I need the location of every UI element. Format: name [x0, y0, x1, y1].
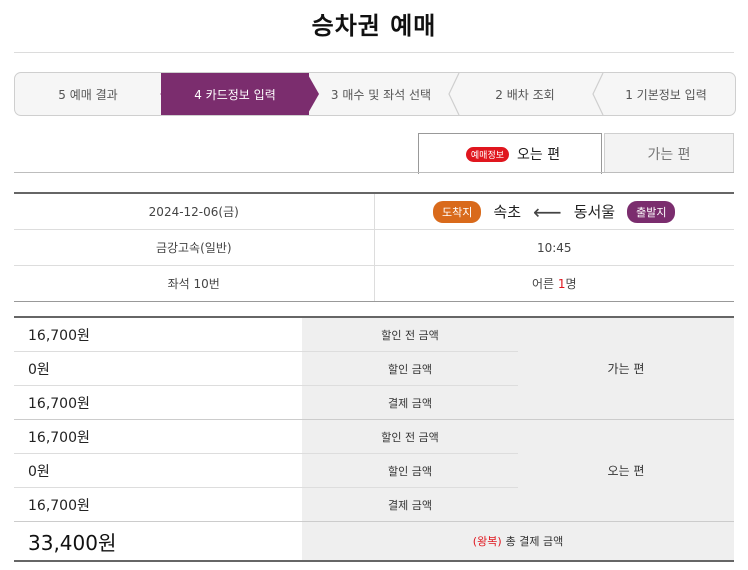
origin-name: 동서울 — [573, 203, 616, 221]
step-label: 1 기본정보 입력 — [625, 87, 707, 102]
fare-label: 할인 전 금액 — [302, 420, 518, 453]
fare-row: 16,700원 결제 금액 — [14, 488, 518, 521]
fare-group-label: 오는 편 — [518, 420, 734, 521]
fare-label: 할인 전 금액 — [302, 318, 518, 351]
total-label-cell: (왕복) 총 결제 금액 — [302, 522, 734, 560]
step-seat-select: 3 매수 및 좌석 선택 — [309, 73, 453, 115]
total-amount: 33,400원 — [28, 530, 117, 555]
fare-row: 0원 할인 금액 — [14, 352, 518, 386]
route-arrow-icon: ⟵ — [533, 199, 562, 224]
trip-info-table: 2024-12-06(금) 도착지 속초 ⟵ 동서울 출발지 금강고속(일반) … — [14, 192, 734, 302]
departure-time: 10:45 — [373, 230, 735, 265]
step-chevron-icon — [448, 73, 460, 115]
step-label: 2 배차 조회 — [495, 87, 555, 102]
bus-company: 금강고속(일반) — [155, 241, 232, 255]
trip-time-row: 금강고속(일반) 10:45 — [14, 230, 734, 266]
step-chevron-icon — [160, 73, 171, 115]
tab-outbound-label: 가는 편 — [647, 146, 691, 163]
step-schedule: 2 배차 조회 — [453, 73, 597, 115]
fare-amount: 16,700원 — [28, 497, 90, 514]
passenger-unit: 명 — [565, 277, 577, 291]
passenger-label: 어른 — [531, 277, 555, 291]
fare-row: 0원 할인 금액 — [14, 454, 518, 488]
tab-outbound[interactable]: 가는 편 — [604, 133, 734, 173]
step-label: 3 매수 및 좌석 선택 — [330, 87, 432, 102]
total-note: (왕복) — [472, 535, 502, 548]
booking-steps: 5 예매 결과 4 카드정보 입력 3 매수 및 좌석 선택 2 배차 조회 1… — [14, 72, 736, 116]
direction-tabs: 예매정보 오는 편 가는 편 — [14, 133, 734, 174]
page-title: 승차권 예매 — [311, 12, 437, 40]
step-chevron-icon — [592, 73, 604, 115]
fare-row: 16,700원 할인 전 금액 — [14, 420, 518, 454]
fare-row: 16,700원 할인 전 금액 — [14, 318, 518, 352]
trip-seat-row: 좌석 10번 어른 1명 — [14, 266, 734, 301]
fare-total-row: 33,400원 (왕복) 총 결제 금액 — [14, 522, 734, 560]
trip-date: 2024-12-06(금) — [148, 205, 239, 219]
fare-rows: 16,700원 할인 전 금액 0원 할인 금액 16,700원 결제 금액 — [14, 318, 518, 419]
step-result: 5 예매 결과 — [15, 73, 161, 115]
title-divider — [14, 52, 734, 53]
fare-row: 16,700원 결제 금액 — [14, 386, 518, 419]
step-basic-info: 1 기본정보 입력 — [597, 73, 735, 115]
fare-group-outbound: 16,700원 할인 전 금액 0원 할인 금액 16,700원 결제 금액 가… — [14, 318, 734, 420]
trip-route: 도착지 속초 ⟵ 동서울 출발지 — [373, 194, 735, 229]
fare-rows: 16,700원 할인 전 금액 0원 할인 금액 16,700원 결제 금액 — [14, 420, 518, 521]
passenger-count: 어른 1명 — [373, 266, 735, 301]
step-label: 5 예매 결과 — [58, 87, 118, 102]
tab-return[interactable]: 예매정보 오는 편 — [418, 133, 602, 174]
total-label: 총 결제 금액 — [505, 535, 564, 548]
fare-amount: 16,700원 — [28, 429, 90, 446]
tab-underline — [14, 172, 734, 173]
return-info-badge: 예매정보 — [465, 146, 510, 162]
fare-amount: 0원 — [28, 463, 50, 480]
fare-label: 할인 금액 — [302, 352, 518, 385]
fare-amount: 16,700원 — [28, 395, 90, 412]
fare-label: 결제 금액 — [302, 488, 518, 521]
fare-label: 결제 금액 — [302, 386, 518, 419]
fare-group-return: 16,700원 할인 전 금액 0원 할인 금액 16,700원 결제 금액 오… — [14, 420, 734, 522]
origin-badge: 출발지 — [627, 200, 676, 223]
destination-badge: 도착지 — [433, 200, 482, 223]
fare-amount: 16,700원 — [28, 327, 90, 344]
destination-name: 속초 — [493, 203, 522, 221]
fare-label: 할인 금액 — [302, 454, 518, 487]
fare-table: 16,700원 할인 전 금액 0원 할인 금액 16,700원 결제 금액 가… — [14, 316, 734, 562]
trip-route-row: 2024-12-06(금) 도착지 속초 ⟵ 동서울 출발지 — [14, 194, 734, 230]
tab-return-label: 오는 편 — [517, 147, 561, 163]
fare-amount: 0원 — [28, 361, 50, 378]
seat-number: 좌석 10번 — [167, 277, 220, 291]
step-chevron-icon — [307, 73, 319, 115]
fare-group-label: 가는 편 — [518, 318, 734, 419]
passenger-number: 1 — [557, 276, 566, 291]
step-label: 4 카드정보 입력 — [194, 87, 276, 102]
step-card-info: 4 카드정보 입력 — [161, 73, 309, 115]
